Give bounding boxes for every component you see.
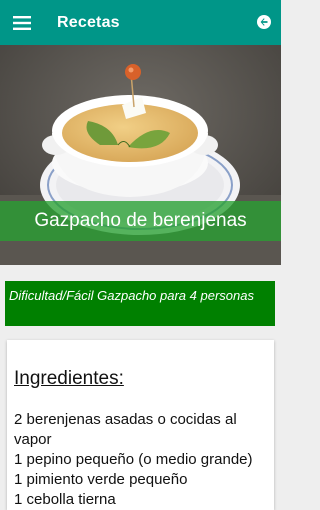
ingredient-item: 1 cebolla tierna [14, 491, 116, 508]
ingredients-list: 2 berenjenas asadas o cocidas al vapor 1… [14, 410, 267, 510]
ingredients-heading: Ingredientes: [14, 368, 124, 389]
recipe-image: Gazpacho de berenjenas [0, 45, 281, 265]
ingredient-item: 1 pepino pequeño (o medio grande) [14, 451, 253, 468]
ingredients-card: Ingredientes: 2 berenjenas asadas o coci… [7, 340, 274, 510]
hamburger-menu-icon [13, 15, 31, 30]
app-title: Recetas [57, 13, 120, 31]
ingredient-item: 1 pimiento verde pequeño [14, 471, 188, 488]
ingredient-item: 2 berenjenas asadas o cocidas al vapor [14, 411, 237, 448]
app-bar: Recetas [0, 0, 281, 45]
recipe-title: Gazpacho de berenjenas [0, 201, 281, 241]
menu-button[interactable] [2, 0, 42, 45]
back-arrow-circle-icon [257, 15, 271, 29]
back-button[interactable] [253, 11, 275, 33]
difficulty-banner: Dificultad/Fácil Gazpacho para 4 persona… [5, 281, 275, 326]
